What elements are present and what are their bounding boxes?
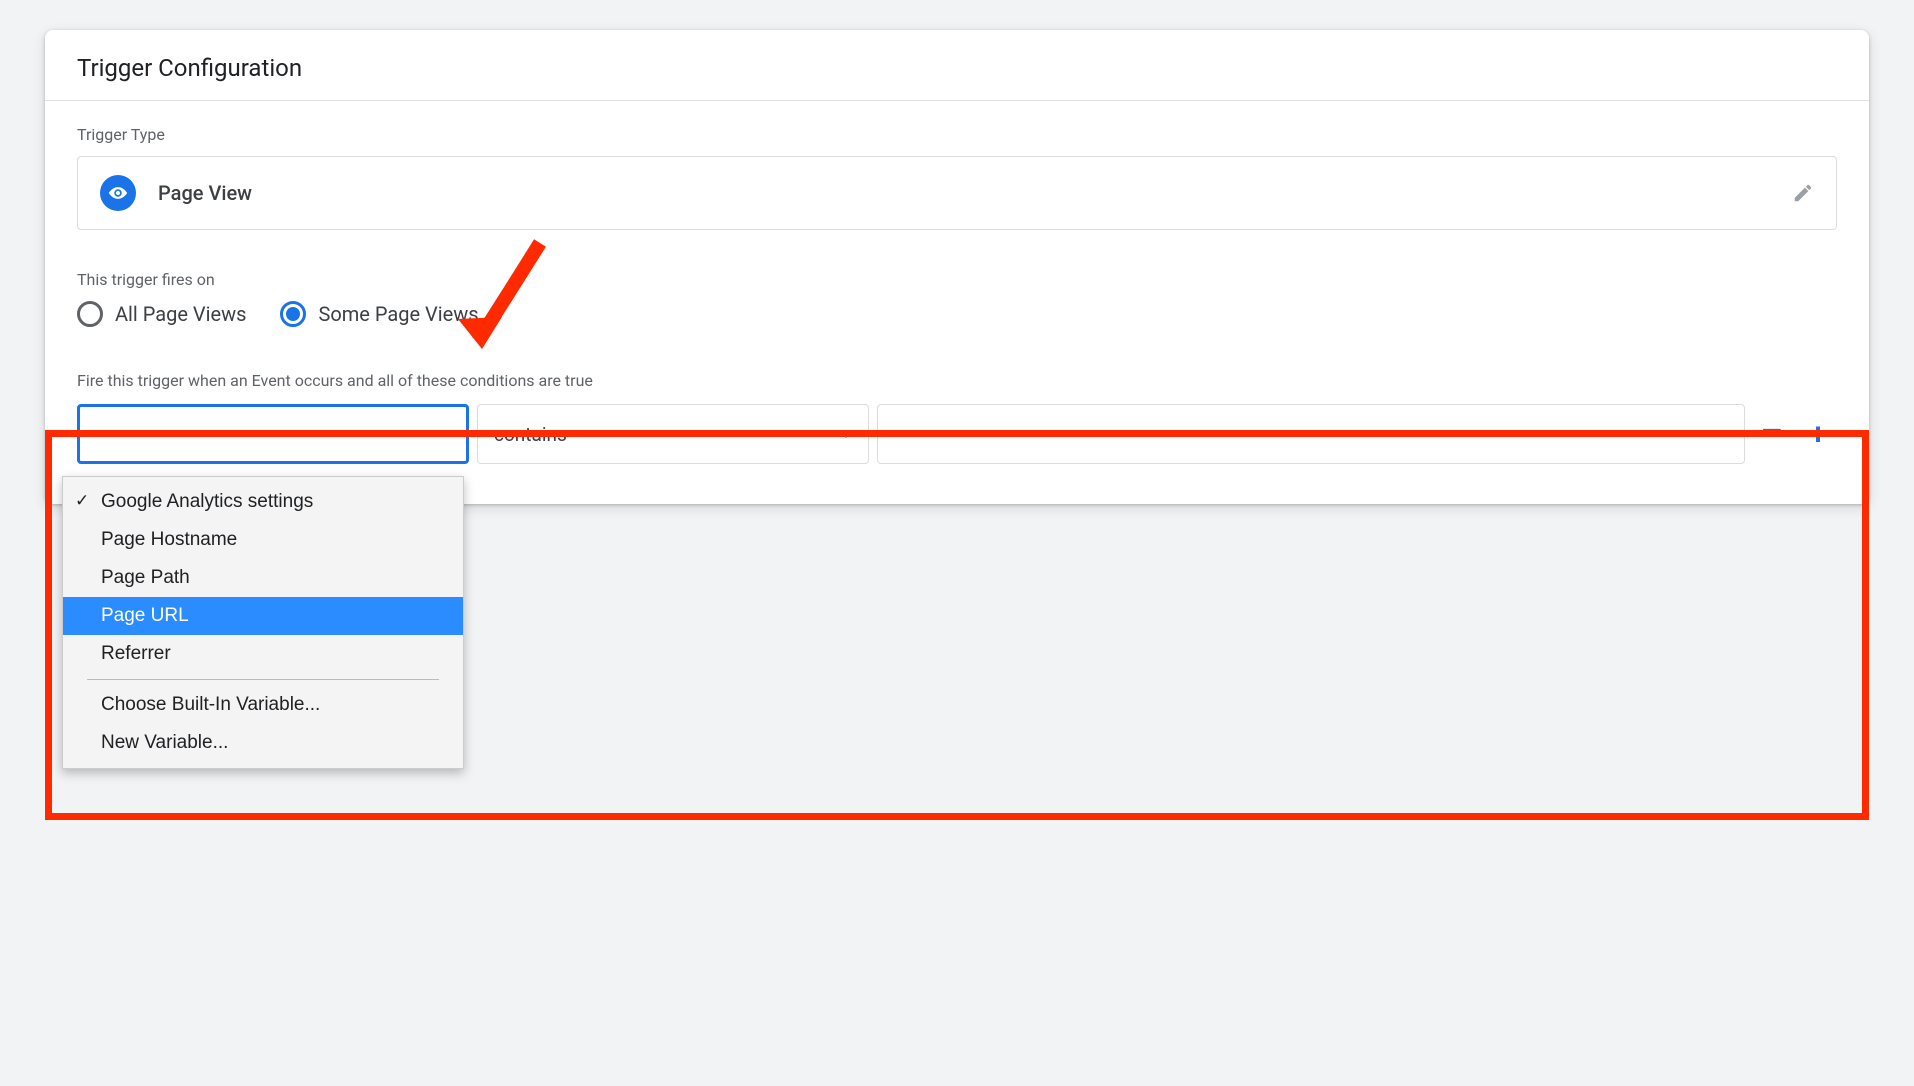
dropdown-separator xyxy=(87,679,439,680)
pageview-icon xyxy=(100,175,136,211)
fires-on-radiogroup: All Page Views Some Page Views xyxy=(77,301,1837,327)
operator-select[interactable]: contains xyxy=(477,404,869,464)
remove-condition-button[interactable]: – xyxy=(1753,412,1791,450)
trigger-type-row[interactable]: Page View xyxy=(77,156,1837,230)
fires-on-label: This trigger fires on xyxy=(77,270,1837,289)
radio-label: All Page Views xyxy=(115,302,246,326)
operator-value: contains xyxy=(494,423,567,446)
trigger-type-value: Page View xyxy=(158,181,252,205)
chevron-down-icon xyxy=(840,431,852,438)
dropdown-item-page-path[interactable]: Page Path xyxy=(63,559,463,597)
radio-label: Some Page Views xyxy=(318,302,478,326)
radio-icon xyxy=(280,301,306,327)
add-condition-button[interactable]: + xyxy=(1799,415,1837,453)
radio-some-page-views[interactable]: Some Page Views xyxy=(280,301,478,327)
dropdown-item-page-hostname[interactable]: Page Hostname xyxy=(63,521,463,559)
dropdown-item-page-url[interactable]: Page URL xyxy=(63,597,463,635)
dropdown-item-choose-builtin[interactable]: Choose Built-In Variable... xyxy=(63,686,463,724)
dropdown-item-new-variable[interactable]: New Variable... xyxy=(63,724,463,762)
trigger-type-label: Trigger Type xyxy=(77,125,1837,144)
trigger-type-left: Page View xyxy=(100,175,252,211)
variable-select[interactable] xyxy=(77,404,469,464)
dropdown-item-google-analytics-settings[interactable]: Google Analytics settings xyxy=(63,483,463,521)
radio-all-page-views[interactable]: All Page Views xyxy=(77,301,246,327)
radio-icon xyxy=(77,301,103,327)
trigger-config-card: Trigger Configuration Trigger Type Page … xyxy=(45,30,1869,504)
annotation-arrow-icon xyxy=(430,231,550,361)
edit-icon[interactable] xyxy=(1792,182,1814,204)
conditions-label: Fire this trigger when an Event occurs a… xyxy=(77,371,1837,390)
variable-dropdown: Google Analytics settings Page Hostname … xyxy=(62,476,464,769)
condition-row: contains – + xyxy=(77,404,1837,464)
dropdown-item-referrer[interactable]: Referrer xyxy=(63,635,463,673)
condition-value-input[interactable] xyxy=(877,404,1745,464)
card-title: Trigger Configuration xyxy=(45,30,1869,101)
card-body: Trigger Type Page View This trigger fire… xyxy=(45,101,1869,504)
